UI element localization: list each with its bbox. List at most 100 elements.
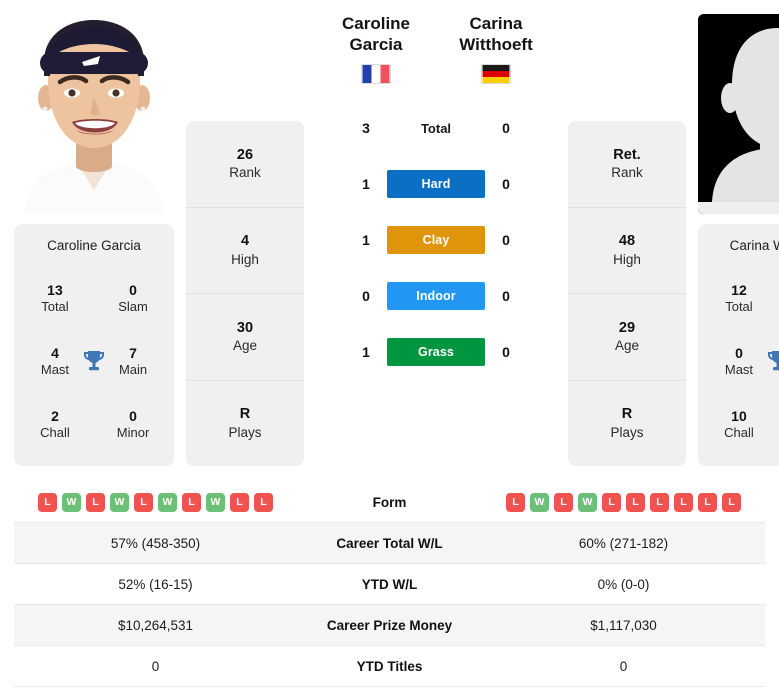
- right-rank-value: Ret.: [613, 146, 641, 163]
- right-ytd-wl: 0% (0-0): [597, 576, 650, 592]
- left-titles-row-chall-minor: 2 Chall 0 Minor: [22, 408, 166, 442]
- right-titles-card: Carina Witthoeft 12 Total 0 Slam: [698, 224, 779, 466]
- table-row-form: LWLWLWLWLL Form LWLWLLLLLL: [14, 482, 765, 523]
- left-form-badge[interactable]: L: [86, 492, 105, 512]
- left-age-label: Age: [232, 338, 258, 354]
- right-form-badge[interactable]: L: [506, 492, 525, 512]
- trophy-icon: [82, 348, 106, 376]
- left-titles-minor: 0 Minor: [106, 408, 160, 442]
- surface-badge-indoor[interactable]: Indoor: [387, 282, 485, 310]
- right-stat-card: Ret. Rank 48 High 29 Age R Plays: [568, 121, 686, 466]
- left-form-badge[interactable]: W: [206, 492, 225, 512]
- left-titles-chall-label: Chall: [40, 425, 70, 441]
- h2h-grass-badge-wrap: Grass: [387, 338, 485, 366]
- left-titles-minor-value: 0: [129, 407, 137, 424]
- right-rank-cell: Ret. Rank: [568, 121, 686, 208]
- left-form-badge[interactable]: L: [254, 492, 273, 512]
- left-high-label: High: [231, 251, 259, 267]
- right-titles-total-value: 12: [731, 281, 747, 298]
- right-age-label: Age: [614, 338, 640, 354]
- surface-badge-hard[interactable]: Hard: [387, 170, 485, 198]
- left-titles-row-total-slam: 13 Total 0 Slam: [22, 282, 166, 316]
- table-row-ytd-titles: 0 YTD Titles 0: [14, 646, 765, 687]
- right-titles-row-total-slam: 12 Total 0 Slam: [706, 282, 779, 316]
- row-label-career-total-wl: Career Total W/L: [336, 535, 443, 551]
- left-stat-card: 26 Rank 4 High 30 Age R Plays: [186, 121, 304, 466]
- right-titles-total-label: Total: [725, 299, 753, 315]
- right-form-badge[interactable]: L: [602, 492, 621, 512]
- h2h-grass-right-score: 0: [502, 344, 510, 360]
- flag-germany-icon: [481, 64, 511, 85]
- flag-france-icon: [361, 64, 391, 85]
- right-form-badge[interactable]: L: [650, 492, 669, 512]
- surface-badge-clay[interactable]: Clay: [387, 226, 485, 254]
- row-label-ytd-wl: YTD W/L: [361, 576, 418, 592]
- right-titles-row-mast-main: 0 Mast: [706, 345, 779, 379]
- left-ytd-titles: 0: [151, 658, 160, 674]
- left-stat-column: 26 Rank 4 High 30 Age R Plays: [186, 14, 304, 466]
- right-form-cell: LWLWLLLLLL: [482, 492, 765, 512]
- left-player-name-block: Caroline Garcia: [316, 14, 436, 85]
- left-form-badge[interactable]: W: [110, 492, 129, 512]
- left-career-total-wl: 57% (458-350): [110, 535, 201, 551]
- surface-badge-grass[interactable]: Grass: [387, 338, 485, 366]
- right-player-last-name: Witthoeft: [459, 34, 533, 54]
- left-form-badge[interactable]: L: [134, 492, 153, 512]
- right-form-badge[interactable]: W: [530, 492, 549, 512]
- h2h-hard-badge-wrap: Hard: [387, 170, 485, 198]
- left-titles-player-name: Caroline Garcia: [47, 238, 141, 253]
- right-form-badge[interactable]: L: [698, 492, 717, 512]
- h2h-total-label: Total: [420, 120, 452, 136]
- right-form-badge[interactable]: L: [722, 492, 741, 512]
- h2h-clay-left-score: 1: [362, 232, 370, 248]
- left-age-value: 30: [236, 319, 254, 336]
- right-form-badge[interactable]: L: [674, 492, 693, 512]
- left-form-badge[interactable]: W: [158, 492, 177, 512]
- left-plays-value: R: [239, 406, 251, 423]
- left-form-badge[interactable]: L: [38, 492, 57, 512]
- right-player-photo: [698, 14, 779, 214]
- h2h-clay-right-score: 0: [502, 232, 510, 248]
- right-high-value: 48: [618, 233, 636, 250]
- right-high-label: High: [613, 251, 641, 267]
- portrait-photo-graphic: [14, 14, 174, 214]
- table-row-career-total-wl: 57% (458-350) Career Total W/L 60% (271-…: [14, 523, 765, 564]
- right-player-first-name: Carina: [469, 14, 523, 33]
- left-age-cell: 30 Age: [186, 294, 304, 381]
- right-ytd-titles: 0: [619, 658, 628, 674]
- right-form-badge[interactable]: L: [554, 492, 573, 512]
- row-label-ytd-titles: YTD Titles: [356, 658, 423, 674]
- right-form-badge[interactable]: W: [578, 492, 597, 512]
- head-to-head-records: 3 Total 0 1 Hard 0 1 Clay 0 0 Indoor 0 1…: [316, 100, 556, 380]
- right-titles-chall: 10 Chall: [712, 408, 766, 442]
- h2h-hard-right-score: 0: [502, 176, 510, 192]
- left-ytd-wl: 52% (16-15): [118, 576, 193, 592]
- right-career-prize-money: $1,117,030: [590, 617, 657, 633]
- left-titles-minor-label: Minor: [116, 425, 150, 441]
- h2h-total-left-score: 3: [362, 120, 370, 136]
- left-rank-value: 26: [236, 146, 254, 163]
- left-high-cell: 4 High: [186, 208, 304, 294]
- row-label-form: Form: [372, 494, 407, 510]
- player-comparison-page: Caroline Garcia 13 Total 0 Slam 4 Mast 7…: [0, 0, 779, 699]
- h2h-clay-badge-wrap: Clay: [387, 226, 485, 254]
- left-form-badge[interactable]: L: [182, 492, 201, 512]
- left-titles-grid: 13 Total 0 Slam 4 Mast 7 Main 2 Chall 0 …: [22, 267, 166, 456]
- left-titles-main-label: Main: [118, 362, 148, 378]
- left-plays-cell: R Plays: [186, 381, 304, 467]
- right-titles-chall-label: Chall: [724, 425, 754, 441]
- right-titles-player-name: Carina Witthoeft: [729, 238, 779, 253]
- left-form-cell: LWLWLWLWLL: [14, 492, 297, 512]
- right-form-badge[interactable]: L: [626, 492, 645, 512]
- left-titles-slam-label: Slam: [118, 299, 148, 315]
- left-titles-card: Caroline Garcia 13 Total 0 Slam 4 Mast 7…: [14, 224, 174, 466]
- left-form-badge[interactable]: W: [62, 492, 81, 512]
- stats-comparison-table: LWLWLWLWLL Form LWLWLLLLLL 57% (458-350)…: [14, 482, 765, 687]
- h2h-total-label-wrap: Total: [387, 121, 485, 136]
- left-form-badge[interactable]: L: [230, 492, 249, 512]
- h2h-grass-left-score: 1: [362, 344, 370, 360]
- left-titles-total-value: 13: [47, 281, 63, 298]
